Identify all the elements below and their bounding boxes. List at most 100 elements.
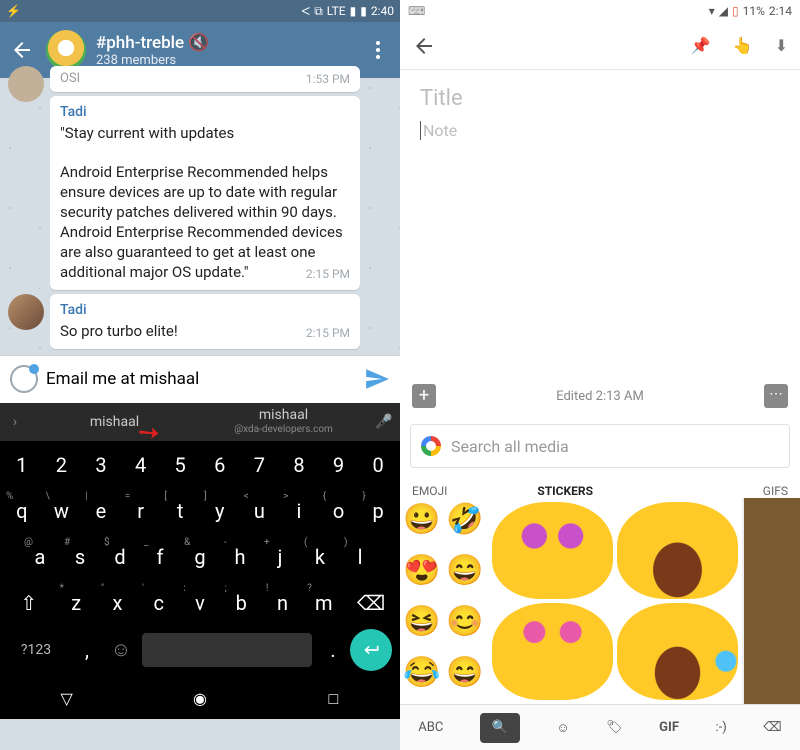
key-u[interactable]: <u <box>240 491 280 531</box>
chat-scroll[interactable]: OSI 1:53 PM Tadi "Stay current with upda… <box>0 78 400 355</box>
more-button[interactable]: ⋯ <box>764 384 788 408</box>
gboard-search[interactable]: Search all media <box>410 424 790 468</box>
note-body[interactable]: Title Note <box>400 70 800 156</box>
abc-key[interactable]: ABC <box>418 720 443 735</box>
backspace-icon[interactable]: ⌫ <box>763 720 781 735</box>
message-input[interactable] <box>46 369 356 389</box>
tab-gifs[interactable]: GIFS <box>663 484 788 498</box>
key-e[interactable]: |e <box>81 491 121 531</box>
archive-icon[interactable]: ⬇ <box>775 36 788 55</box>
send-button[interactable] <box>364 366 390 392</box>
gif-tab[interactable]: GIF <box>659 720 679 735</box>
key-i[interactable]: >i <box>279 491 319 531</box>
nav-home-icon[interactable]: ◉ <box>190 689 210 709</box>
nav-recent-icon[interactable]: □ <box>323 689 343 709</box>
key-g[interactable]: &g <box>180 537 220 577</box>
recent-emoji[interactable]: 😄 <box>445 551 485 591</box>
sticker-blob-hearts[interactable] <box>492 502 613 599</box>
symbols-key[interactable]: ?123 <box>2 630 70 670</box>
note-field[interactable]: Note <box>420 121 780 140</box>
sticker-tab-icon[interactable]: 🏷 <box>606 720 623 735</box>
reminder-icon[interactable]: 👆 <box>733 36 753 55</box>
key-1[interactable]: 1 <box>2 445 42 485</box>
tab-stickers[interactable]: STICKERS <box>537 484 662 498</box>
back-arrow-icon[interactable] <box>412 34 436 58</box>
key-a[interactable]: @a <box>20 537 60 577</box>
recent-emoji[interactable]: 😄 <box>445 653 485 693</box>
key-w[interactable]: \w <box>42 491 82 531</box>
title-field[interactable]: Title <box>420 86 780 111</box>
channel-title-block[interactable]: #phh-treble🔇 238 members <box>96 33 366 68</box>
key-4[interactable]: 4 <box>121 445 161 485</box>
key-k[interactable]: (k <box>300 537 340 577</box>
message[interactable]: Tadi So pro turbo elite! 2:15 PM <box>50 294 360 349</box>
expand-suggestions-icon[interactable]: › <box>0 414 30 430</box>
message[interactable]: OSI 1:53 PM <box>50 66 360 92</box>
key-r[interactable]: =r <box>121 491 161 531</box>
key-6[interactable]: 6 <box>200 445 240 485</box>
key-7[interactable]: 7 <box>240 445 280 485</box>
backspace-key[interactable]: ⌫ <box>344 583 398 623</box>
key-j[interactable]: +j <box>260 537 300 577</box>
key-h[interactable]: -h <box>220 537 260 577</box>
shift-key[interactable]: ⇧ <box>2 583 56 623</box>
recent-emoji[interactable]: 😍 <box>402 551 442 591</box>
emoji-tab-icon[interactable]: ☺ <box>556 720 569 736</box>
sender-avatar[interactable] <box>8 294 44 330</box>
more-menu-icon[interactable] <box>366 38 390 62</box>
key-b[interactable]: ;b <box>221 583 262 623</box>
tab-emoji[interactable]: EMOJI <box>412 484 537 498</box>
key-x[interactable]: "x <box>97 583 138 623</box>
gif-preview[interactable] <box>742 498 800 704</box>
emoji-key[interactable]: ☺ <box>104 629 138 670</box>
message-text: "Stay current with updates Android Enter… <box>60 124 343 282</box>
key-o[interactable]: {o <box>319 491 359 531</box>
nav-back-icon[interactable]: ▽ <box>57 689 77 709</box>
sticker-blob-hearts2[interactable] <box>492 603 613 700</box>
back-arrow-icon[interactable] <box>10 38 34 62</box>
key-y[interactable]: ]y <box>200 491 240 531</box>
key-0[interactable]: 0 <box>358 445 398 485</box>
key-t[interactable]: [t <box>160 491 200 531</box>
sticker-blob-laugh[interactable] <box>617 502 738 599</box>
key-5[interactable]: 5 <box>160 445 200 485</box>
emoji-button[interactable] <box>10 365 38 393</box>
message-text: So pro turbo elite! <box>60 322 178 340</box>
key-9[interactable]: 9 <box>319 445 359 485</box>
recent-emoji[interactable]: 😀 <box>402 500 442 540</box>
period-key[interactable]: . <box>316 630 350 670</box>
recent-emoji[interactable]: 😂 <box>402 653 442 693</box>
key-c[interactable]: 'c <box>138 583 179 623</box>
key-3[interactable]: 3 <box>81 445 121 485</box>
key-p[interactable]: }p <box>358 491 398 531</box>
enter-key[interactable] <box>350 629 392 671</box>
key-q[interactable]: %q <box>2 491 42 531</box>
sticker-pane[interactable]: 😀🤣😍😄😆😊😂😄 <box>400 498 800 704</box>
sender-avatar[interactable] <box>8 66 44 102</box>
search-tab-icon[interactable]: 🔍 <box>480 713 520 743</box>
key-n[interactable]: !n <box>262 583 303 623</box>
add-button[interactable]: + <box>412 384 436 408</box>
key-s[interactable]: #s <box>60 537 100 577</box>
key-f[interactable]: _f <box>140 537 180 577</box>
key-l[interactable]: )l <box>340 537 380 577</box>
mic-icon[interactable]: 🎤 <box>368 414 400 430</box>
key-2[interactable]: 2 <box>42 445 82 485</box>
recent-emoji[interactable]: 🤣 <box>445 500 485 540</box>
pin-icon[interactable]: 📌 <box>691 36 711 55</box>
key-v[interactable]: :v <box>179 583 220 623</box>
space-key[interactable] <box>142 633 312 667</box>
key-z[interactable]: *z <box>56 583 97 623</box>
key-d[interactable]: $d <box>100 537 140 577</box>
recent-emoji[interactable]: 😊 <box>445 602 485 642</box>
sticker-blob-cry[interactable] <box>617 603 738 700</box>
textface-tab[interactable]: :-) <box>715 720 726 735</box>
channel-avatar[interactable] <box>46 30 86 70</box>
recent-emoji[interactable]: 😆 <box>402 602 442 642</box>
suggestion[interactable]: mishaal <box>30 414 199 430</box>
message[interactable]: Tadi "Stay current with updates Android … <box>50 96 360 290</box>
comma-key[interactable]: , <box>70 630 104 670</box>
key-8[interactable]: 8 <box>279 445 319 485</box>
suggestion-contact[interactable]: mishaal @xda-developers.com <box>199 408 368 434</box>
key-m[interactable]: ?m <box>303 583 344 623</box>
